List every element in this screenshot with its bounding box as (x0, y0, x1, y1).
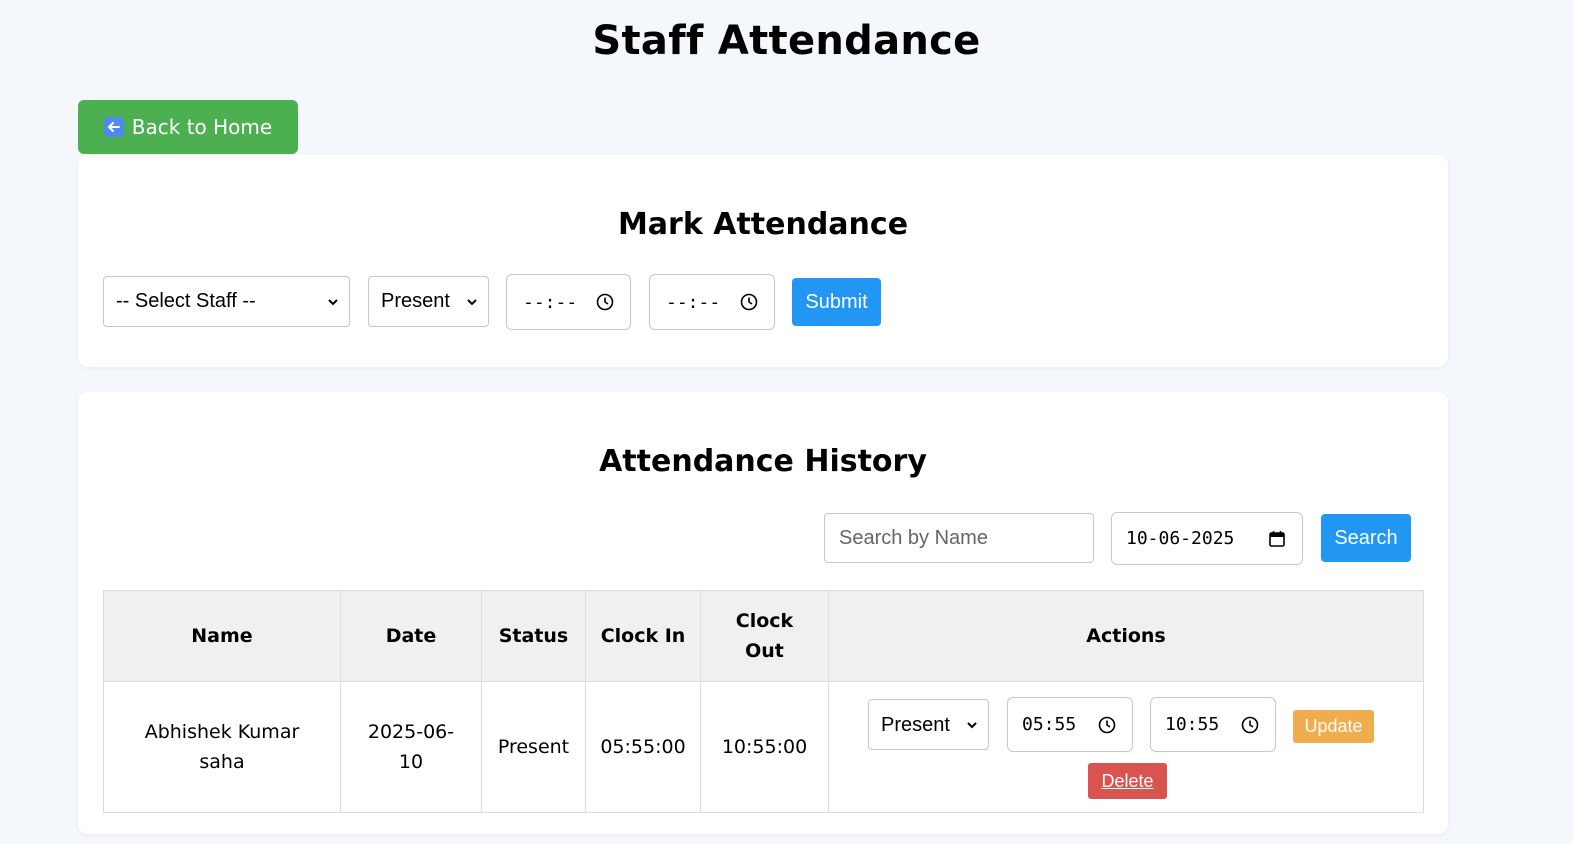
staff-select[interactable]: -- Select Staff -- (103, 276, 350, 327)
chevron-down-icon (328, 298, 338, 305)
status-select[interactable]: Present (368, 276, 489, 327)
delete-button[interactable]: Delete (1088, 763, 1167, 799)
clock-icon (740, 293, 758, 311)
column-header-clock-out: Clock Out (700, 590, 829, 682)
mark-attendance-card: Mark Attendance -- Select Staff -- Prese… (78, 155, 1448, 367)
cell-name: Abhishek Kumar saha (103, 681, 341, 813)
status-select-value: Present (381, 290, 450, 312)
cell-actions: Present 05:55 10:55 Update Delete (828, 681, 1424, 813)
row-clock-out-input[interactable]: 10:55 (1150, 697, 1276, 752)
table-header-row: Name Date Status Clock In Clock Out Acti… (103, 590, 1424, 682)
clock-in-value: --:-- (523, 291, 578, 313)
staff-select-value: -- Select Staff -- (116, 290, 256, 312)
clock-icon (596, 293, 614, 311)
row-status-select[interactable]: Present (868, 699, 989, 750)
row-clock-in-input[interactable]: 05:55 (1007, 697, 1133, 752)
column-header-actions: Actions (828, 590, 1424, 682)
calendar-icon (1269, 530, 1285, 547)
cell-clock-in: 05:55:00 (585, 681, 701, 813)
cell-status: Present (481, 681, 586, 813)
chevron-down-icon (467, 298, 477, 305)
update-button[interactable]: Update (1293, 710, 1374, 743)
attendance-table: Name Date Status Clock In Clock Out Acti… (103, 590, 1424, 813)
clock-out-value: --:-- (666, 291, 721, 313)
chevron-down-icon (967, 721, 977, 728)
arrow-left-icon (103, 117, 124, 137)
back-to-home-button[interactable]: Back to Home (78, 100, 298, 154)
row-status-value: Present (881, 713, 950, 736)
clock-out-input[interactable]: --:-- (649, 274, 775, 330)
row-clock-out-value: 10:55 (1165, 713, 1220, 735)
table-row: Abhishek Kumar saha 2025-06-10 Present 0… (103, 681, 1424, 813)
date-filter-value: 10-06-2025 (1126, 528, 1235, 549)
cell-clock-out: 10:55:00 (700, 681, 829, 813)
search-button[interactable]: Search (1321, 514, 1411, 562)
attendance-history-title: Attendance History (599, 444, 927, 479)
page-title: Staff Attendance (592, 18, 981, 64)
column-header-status: Status (481, 590, 586, 682)
clock-icon (1098, 716, 1116, 733)
submit-button[interactable]: Submit (792, 278, 881, 326)
cell-date: 2025-06-10 (340, 681, 482, 813)
column-header-name: Name (103, 590, 341, 682)
column-header-clock-in: Clock In (585, 590, 701, 682)
back-to-home-label: Back to Home (131, 115, 273, 139)
clock-icon (1241, 716, 1259, 733)
row-clock-in-value: 05:55 (1022, 713, 1077, 735)
clock-in-input[interactable]: --:-- (506, 274, 631, 330)
search-by-name-input[interactable] (824, 513, 1094, 563)
mark-attendance-title: Mark Attendance (617, 207, 909, 242)
date-filter-input[interactable]: 10-06-2025 (1111, 512, 1303, 565)
column-header-date: Date (340, 590, 482, 682)
attendance-history-card: Attendance History 10-06-2025 Search Nam… (78, 392, 1448, 834)
